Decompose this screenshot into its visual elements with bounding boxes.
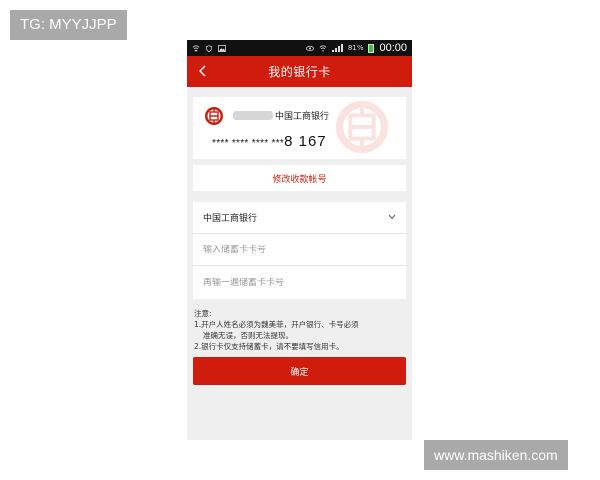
status-time: 00:00 [379,42,407,54]
notes-line-1: 1.开户人姓名必须为魏美菲，开户银行、卡号必须 [194,320,359,329]
wifi-icon [192,44,200,52]
card-number-tail: 8 167 [284,133,327,150]
icbc-watermark-icon [335,100,389,154]
card-bank-name: 中国工商银行 [275,112,330,122]
notes: 注意: 1.开户人姓名必须为魏美菲，开户银行、卡号必须 准确无误，否则无法提现。… [194,308,409,352]
image-icon [218,44,226,52]
status-left [192,44,226,52]
notes-line-2: 2.银行卡仅支持储蓄卡，请不要填写信用卡。 [194,342,344,351]
title-bar: 我的银行卡 [187,56,412,87]
card-confirm-row [193,266,406,299]
card-number: **** **** **** ***8 167 [212,133,327,150]
wifi-signal-icon [319,44,327,52]
holder-name-blurred [233,111,273,120]
shield-icon [205,44,213,52]
chevron-down-icon [388,214,396,220]
notes-line-1b: 准确无误，否则无法提现。 [203,331,293,340]
confirm-button[interactable]: 确定 [193,357,406,385]
card-number-masked: **** **** **** *** [212,138,285,149]
bank-form: 中国工商银行 [193,202,406,299]
bank-select[interactable]: 中国工商银行 [193,202,406,234]
chevron-left-icon[interactable] [197,63,209,79]
status-bar: 81% 00:00 [187,40,412,56]
phone-screen: 81% 00:00 我的银行卡 中国工商银行 **** **** **** **… [187,40,412,440]
notes-title: 注意: [194,309,212,318]
page-title: 我的银行卡 [268,65,331,79]
card-number-confirm-input[interactable] [203,277,396,288]
modify-account-button[interactable]: 修改收款帐号 [193,165,406,191]
screenshot-canvas: TG: MYYJJPP www.mashiken.com 81% 00:00 我… [0,0,600,480]
eye-icon [305,45,314,51]
status-right: 81% 00:00 [305,42,407,54]
watermark-bottom-right: www.mashiken.com [424,440,568,470]
cell-signal-icon [331,44,343,52]
card-number-row [193,234,406,266]
watermark-top-left: TG: MYYJJPP [10,10,127,40]
battery-icon [368,43,375,53]
battery-percent: 81% [347,44,364,52]
icbc-logo-icon [205,107,223,125]
card-number-input[interactable] [203,244,396,255]
bank-select-value: 中国工商银行 [203,214,258,224]
bank-card: 中国工商银行 **** **** **** ***8 167 [193,97,406,159]
